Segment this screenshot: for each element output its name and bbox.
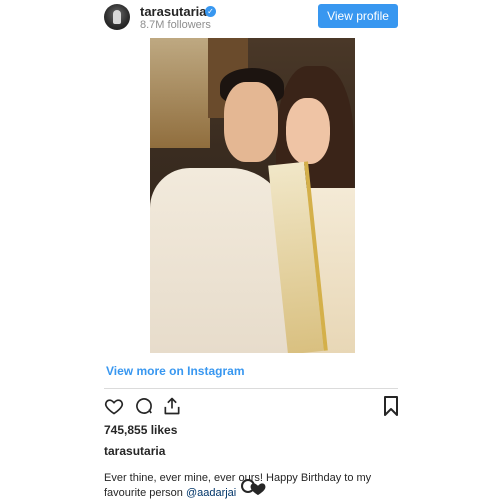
username-link[interactable]: tarasutaria: [140, 4, 206, 19]
caption-body: Ever thine, ever mine, ever ours! Happy …: [104, 472, 372, 499]
caption-username[interactable]: tarasutaria: [104, 444, 165, 458]
likes-count[interactable]: 745,855 likes: [104, 423, 177, 437]
heart-emoji-icon: [241, 479, 266, 495]
photo-woman-face: [286, 98, 330, 164]
verified-badge-icon: ✓: [205, 6, 216, 17]
followers-count: 8.7M followers: [140, 19, 211, 31]
post-photo[interactable]: [150, 38, 355, 353]
comment-icon[interactable]: [134, 396, 154, 416]
photo-man-face: [224, 82, 278, 162]
bookmark-icon[interactable]: [383, 396, 399, 416]
heart-icon[interactable]: [104, 396, 124, 416]
caption-mention[interactable]: @aadarjai: [186, 487, 236, 499]
photo-man-body: [150, 168, 290, 353]
divider: [104, 388, 398, 389]
avatar[interactable]: [104, 4, 130, 30]
view-more-link[interactable]: View more on Instagram: [106, 364, 245, 378]
photo-background: [150, 38, 210, 148]
view-profile-button[interactable]: View profile: [318, 4, 398, 28]
post-header: tarasutaria ✓ 8.7M followers View profil…: [104, 4, 398, 31]
share-icon[interactable]: [162, 396, 182, 416]
